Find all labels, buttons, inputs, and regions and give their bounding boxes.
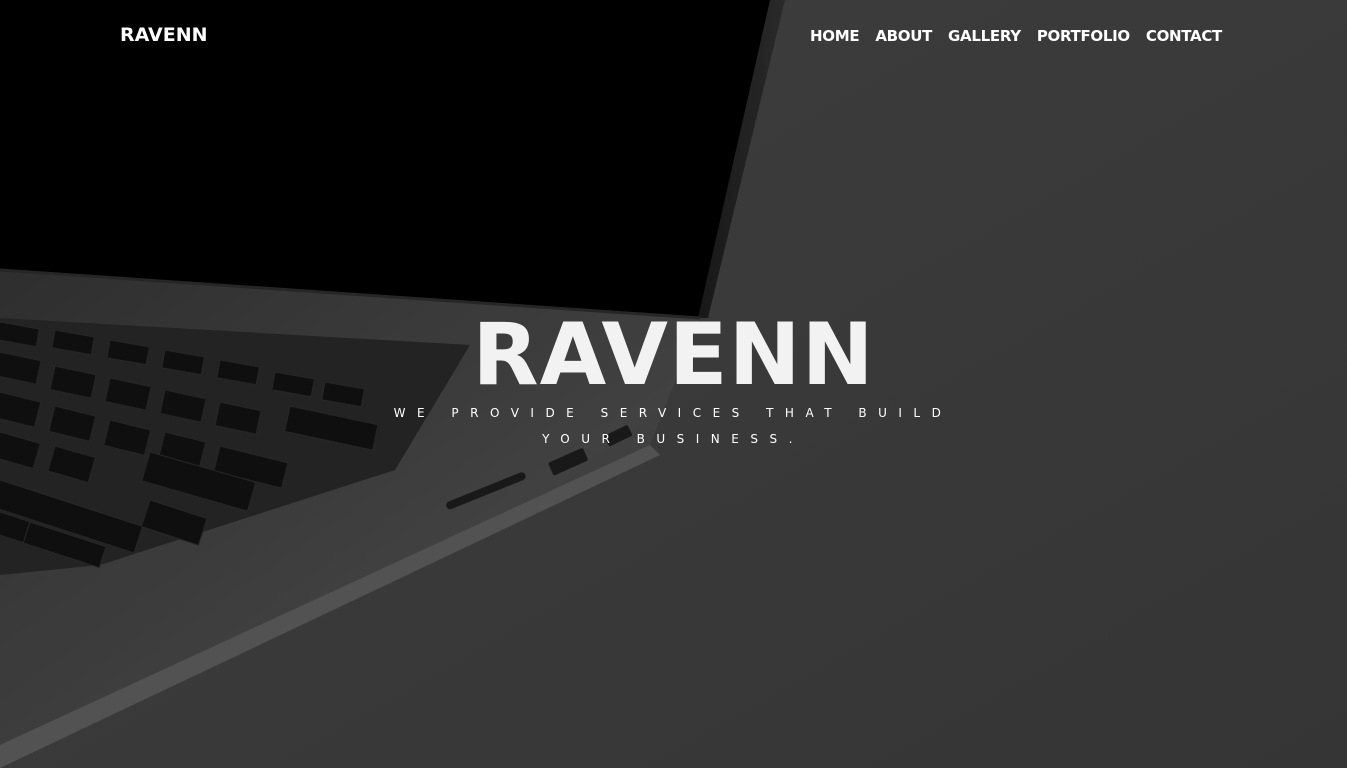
brand-logo-link[interactable]: RAVENN — [120, 24, 208, 46]
hero-title: RAVENN — [472, 305, 875, 405]
nav-item-about: ABOUT — [875, 26, 932, 45]
nav-link-portfolio[interactable]: PORTFOLIO — [1037, 27, 1130, 45]
nav-item-home: HOME — [810, 26, 860, 45]
nav-item-gallery: GALLERY — [948, 26, 1021, 45]
nav-item-contact: CONTACT — [1146, 26, 1222, 45]
nav-link-contact[interactable]: CONTACT — [1146, 27, 1222, 45]
nav-link-gallery[interactable]: GALLERY — [948, 27, 1021, 45]
hero-section: RAVENN HOME ABOUT GALLERY PORTFOLIO CONT… — [0, 0, 1347, 768]
nav-link-about[interactable]: ABOUT — [875, 27, 932, 45]
top-navbar: RAVENN HOME ABOUT GALLERY PORTFOLIO CONT… — [0, 0, 1347, 72]
nav-item-portfolio: PORTFOLIO — [1037, 26, 1130, 45]
nav-menu: HOME ABOUT GALLERY PORTFOLIO CONTACT — [810, 26, 1222, 45]
nav-link-home[interactable]: HOME — [810, 27, 860, 45]
hero-subtitle: WE PROVIDE SERVICES THAT BUILD YOUR BUSI… — [393, 406, 953, 446]
